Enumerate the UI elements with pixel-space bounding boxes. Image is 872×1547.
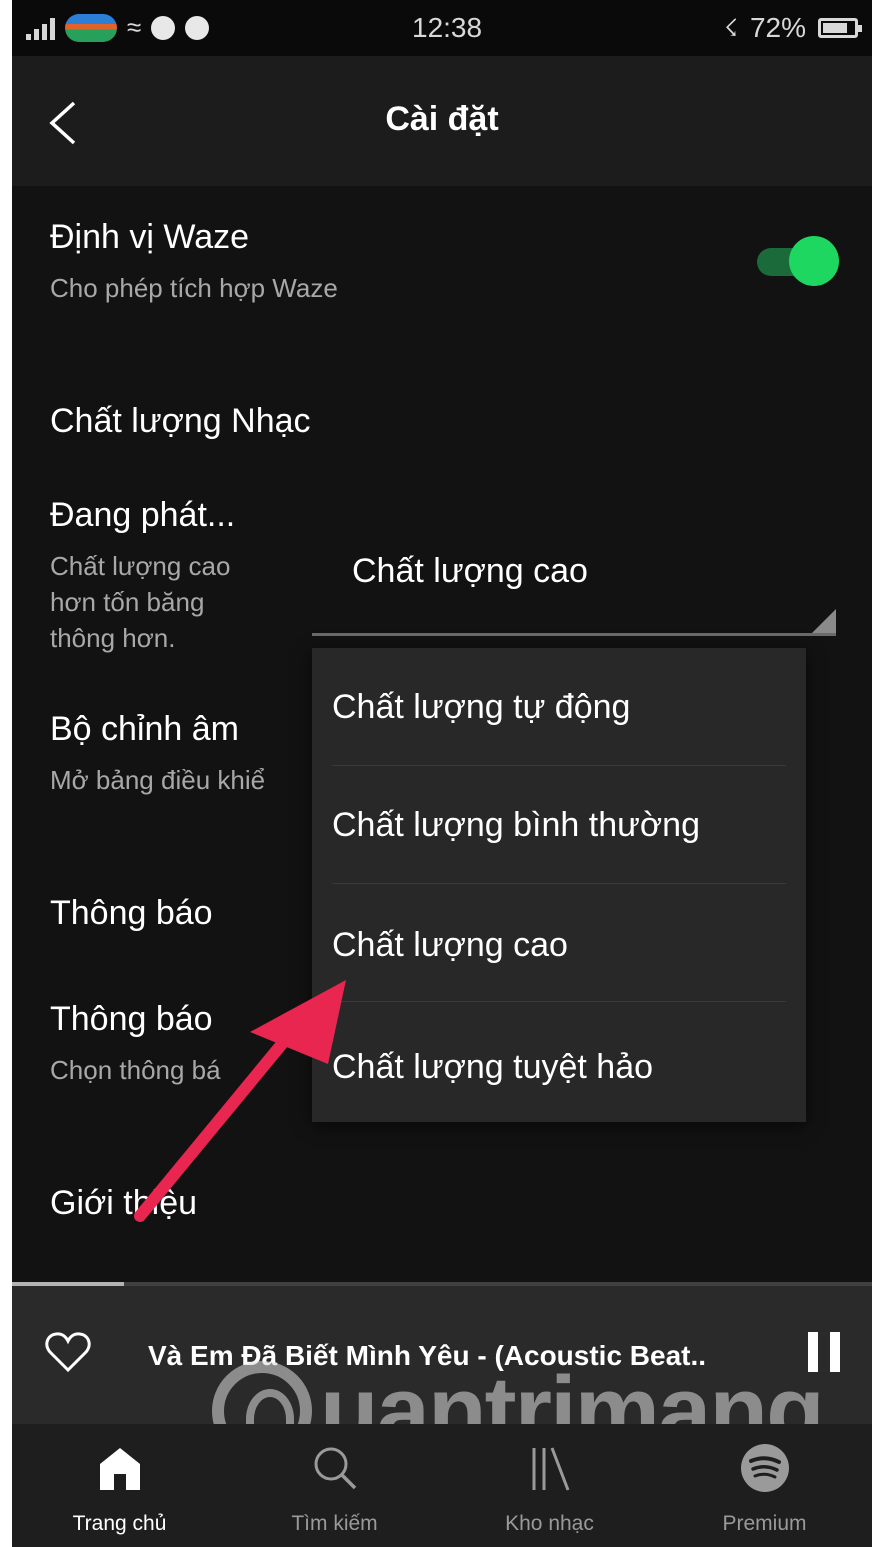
about-setting-title[interactable]: Giới thiệu (50, 1184, 197, 1223)
nav-library[interactable]: Kho nhạc (442, 1424, 657, 1547)
battery-percent: 72% (749, 12, 806, 43)
subtitle-line: Chất lượng cao (50, 551, 231, 581)
option-label: Chất lượng bình thường (332, 806, 700, 844)
select-underline (312, 633, 836, 636)
dropdown-option-high[interactable]: Chất lượng cao (312, 884, 806, 1002)
spotify-icon (740, 1444, 789, 1492)
quality-select[interactable]: Chất lượng cao (312, 530, 836, 636)
phone-screen: ≈ 12:38 ☇ 72% Cài đặt Định vị Waze Cho p… (12, 0, 872, 1547)
nav-search-label: Tìm kiếm (291, 1512, 378, 1535)
page-title: Cài đặt (385, 100, 499, 138)
nav-home-label: Trang chủ (72, 1512, 167, 1535)
nav-premium[interactable]: Premium (657, 1424, 872, 1547)
nav-search[interactable]: Tìm kiếm (227, 1424, 442, 1547)
waze-setting-title[interactable]: Định vị Waze (50, 218, 249, 257)
option-label: Chất lượng tuyệt hảo (332, 1048, 654, 1086)
dropdown-option-auto[interactable]: Chất lượng tự động (312, 648, 806, 766)
notifications-setting-title[interactable]: Thông báo (50, 1000, 213, 1039)
equalizer-setting-title[interactable]: Bộ chỉnh âm (50, 710, 239, 749)
bottom-navigation: Trang chủ Tìm kiếm Kho nhạc Premium (12, 1424, 872, 1547)
status-icons-left: ≈ (26, 12, 210, 43)
search-icon (314, 1447, 356, 1490)
playback-progress (12, 1282, 872, 1286)
notifications-setting-subtitle: Chọn thông bá (50, 1055, 221, 1085)
home-icon (99, 1448, 140, 1490)
option-label: Chất lượng tự động (332, 688, 631, 726)
waze-toggle[interactable] (757, 236, 839, 288)
quality-dropdown-menu: Chất lượng tự động Chất lượng bình thườn… (312, 648, 806, 1122)
quality-select-value: Chất lượng cao (352, 552, 588, 590)
subtitle-line: hơn tốn băng (50, 587, 205, 617)
battery-icon (818, 18, 862, 38)
app-header: Cài đặt (12, 56, 872, 186)
carrier-logo-icon (65, 13, 117, 42)
music-quality-heading: Chất lượng Nhạc (50, 402, 311, 440)
notification-icon (151, 15, 176, 40)
nav-premium-label: Premium (722, 1512, 807, 1535)
toggle-knob (789, 236, 839, 286)
status-icons-right: ☇ 72% (724, 12, 862, 44)
wifi-icon: ≈ (127, 12, 142, 42)
streaming-setting-subtitle: Chất lượng cao hơn tốn băng thông hơn. (50, 548, 230, 656)
progress-fill (12, 1282, 124, 1286)
dropdown-option-normal[interactable]: Chất lượng bình thường (312, 766, 806, 884)
heart-icon[interactable] (44, 1330, 92, 1374)
equalizer-setting-subtitle: Mở bảng điều khiể (50, 765, 266, 795)
library-icon (532, 1447, 569, 1491)
option-label: Chất lượng cao (332, 926, 568, 964)
dropdown-arrow-icon (812, 609, 836, 633)
alarm-icon: ☇ (724, 14, 738, 42)
signal-icon (26, 16, 55, 40)
nav-library-label: Kho nhạc (505, 1512, 594, 1535)
status-bar: ≈ 12:38 ☇ 72% (12, 0, 872, 56)
nav-home[interactable]: Trang chủ (12, 1424, 227, 1547)
subtitle-line: thông hơn. (50, 623, 176, 653)
notifications-heading: Thông báo (50, 894, 213, 932)
streaming-setting-title: Đang phát... (50, 496, 236, 534)
dropdown-option-extreme[interactable]: Chất lượng tuyệt hảo (312, 1002, 806, 1120)
status-time: 12:38 (412, 12, 483, 43)
messenger-icon (185, 15, 210, 40)
waze-setting-subtitle: Cho phép tích hợp Waze (50, 273, 338, 303)
